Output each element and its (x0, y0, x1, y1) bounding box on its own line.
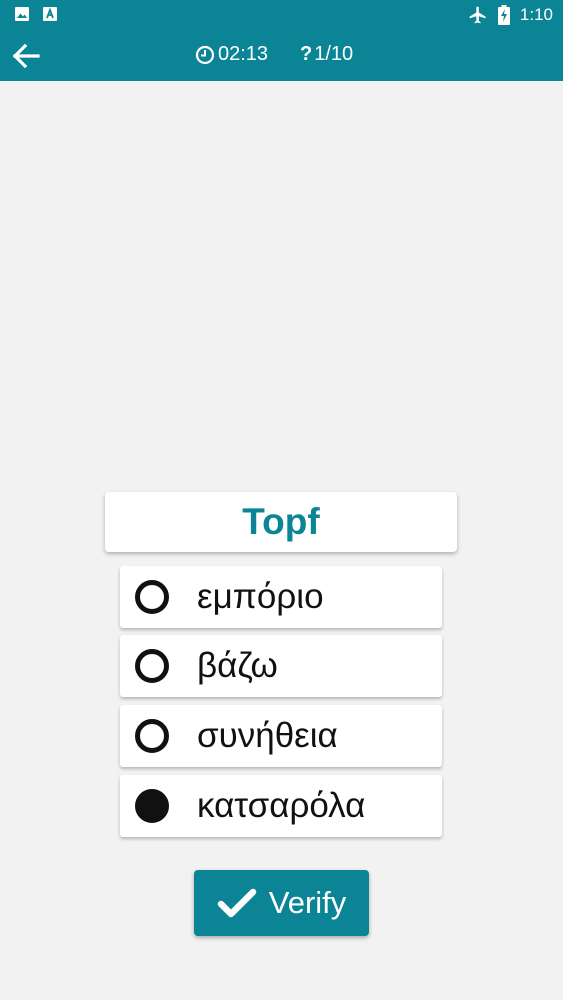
answer-option-label: βάζω (197, 646, 278, 685)
answer-option-2[interactable]: βάζω (120, 635, 442, 697)
radio-button[interactable] (135, 719, 169, 753)
answer-option-1[interactable]: εμπόριο (120, 566, 442, 628)
back-button[interactable] (8, 38, 44, 74)
quiz-timer: 02:13 (195, 43, 268, 66)
status-time: 1:10 (519, 5, 553, 24)
answer-option-label: εμπόριο (197, 577, 324, 616)
radio-button[interactable] (135, 580, 169, 614)
arrow-left-icon (12, 43, 40, 69)
question-counter: ? 1/10 (300, 43, 353, 66)
verify-button[interactable]: Verify (194, 870, 369, 936)
clock-icon (195, 45, 215, 64)
battery-charging-icon (497, 5, 510, 25)
counter-value: 1/10 (314, 43, 354, 65)
airplane-icon (469, 6, 486, 24)
answer-option-4[interactable]: κατσαρόλα (120, 775, 442, 837)
answer-option-3[interactable]: συνήθεια (120, 705, 442, 767)
radio-button[interactable] (135, 649, 169, 683)
verify-button-label: Verify (268, 885, 347, 920)
radio-button[interactable] (135, 789, 169, 823)
status-bar: 1:10 (0, 0, 563, 30)
question-mark-icon: ? (300, 43, 313, 65)
app-bar: 02:13 ? 1/10 (0, 30, 563, 81)
answer-option-label: συνήθεια (197, 716, 338, 755)
image-icon (15, 7, 29, 21)
answer-option-label: κατσαρόλα (197, 786, 366, 825)
check-icon (217, 888, 256, 918)
timer-value: 02:13 (218, 43, 269, 65)
text-a-icon (43, 7, 57, 21)
question-word-card: Topf (105, 492, 457, 552)
question-word: Topf (242, 501, 320, 542)
